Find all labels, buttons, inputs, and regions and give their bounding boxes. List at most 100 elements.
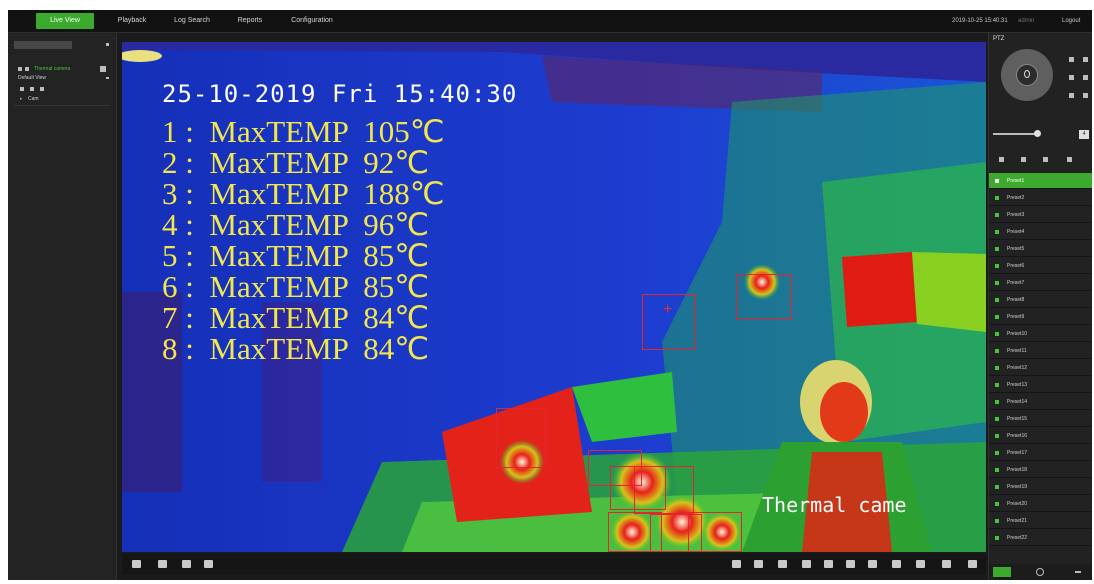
ptz-speed-knob[interactable] xyxy=(1034,130,1041,137)
preset-label: Preset18 xyxy=(1007,467,1028,473)
layout-1-icon[interactable] xyxy=(182,560,191,568)
collapse-icon[interactable] xyxy=(106,43,109,46)
call-preset-button[interactable] xyxy=(993,567,1011,577)
temp-reading-2: 2 : MaxTEMP 92℃ xyxy=(162,145,430,180)
preset-item[interactable]: Preset4 xyxy=(989,224,1092,240)
camera-preset-icon xyxy=(995,332,999,336)
preset-item[interactable]: Preset2 xyxy=(989,190,1092,206)
snapshot-icon[interactable] xyxy=(754,560,763,568)
preset-label: Preset20 xyxy=(1007,501,1028,507)
video-timestamp: 25-10-2019 Fri 15:40:30 xyxy=(162,80,518,108)
pattern-icon[interactable] xyxy=(1043,157,1048,162)
zoom-out-icon[interactable] xyxy=(1083,57,1088,62)
ptz-speed-slider[interactable] xyxy=(993,133,1037,135)
preset-item[interactable]: Preset18 xyxy=(989,462,1092,478)
temp-reading-7: 7 : MaxTEMP 84℃ xyxy=(162,300,430,335)
preset-label: Preset2 xyxy=(1007,195,1025,201)
preset-item[interactable]: Preset6 xyxy=(989,258,1092,274)
playback-icon[interactable] xyxy=(916,560,925,568)
camera-preset-icon xyxy=(995,230,999,234)
layout-4-icon[interactable] xyxy=(204,560,213,568)
preset-icon[interactable] xyxy=(999,157,1004,162)
chevron-down-icon[interactable] xyxy=(106,77,109,79)
camera-preset-icon xyxy=(995,213,999,217)
tab-live-view[interactable]: Live View xyxy=(36,13,94,29)
preset-item[interactable]: Preset5 xyxy=(989,241,1092,257)
tab-configuration[interactable]: Configuration xyxy=(284,13,340,29)
settings-icon[interactable] xyxy=(942,560,951,568)
iris-open-icon[interactable] xyxy=(1069,93,1074,98)
preset-label: Preset15 xyxy=(1007,416,1028,422)
preset-item[interactable]: Preset10 xyxy=(989,326,1092,342)
sidebar-view-label[interactable]: Default View xyxy=(18,75,46,81)
fullscreen-icon[interactable] xyxy=(40,87,44,91)
ptz-center-button[interactable] xyxy=(1016,64,1038,86)
preset-item[interactable]: Preset14 xyxy=(989,394,1092,410)
live-video-view[interactable]: 25-10-2019 Fri 15:40:30 1 : MaxTEMP 105℃… xyxy=(122,42,986,552)
preset-item[interactable]: Preset11 xyxy=(989,343,1092,359)
preset-item[interactable]: Preset12 xyxy=(989,360,1092,376)
camera-icon xyxy=(18,67,22,71)
camera-preset-icon xyxy=(995,366,999,370)
audio-icon[interactable] xyxy=(802,560,811,568)
tab-playback[interactable]: Playback xyxy=(112,13,152,29)
camera-preset-icon xyxy=(995,281,999,285)
preset-item[interactable]: Preset8 xyxy=(989,292,1092,308)
preset-label: Preset9 xyxy=(1007,314,1025,320)
ptz-icon[interactable] xyxy=(868,560,877,568)
stream-icon[interactable] xyxy=(892,560,901,568)
ptz-tools xyxy=(989,151,1092,167)
layout-icon[interactable] xyxy=(20,87,24,91)
preset-label: Preset14 xyxy=(1007,399,1028,405)
talk-icon[interactable] xyxy=(824,560,833,568)
save-preset-icon[interactable] xyxy=(1031,567,1049,577)
preset-item[interactable]: Preset22 xyxy=(989,530,1092,546)
top-nav-bar: Live View Playback Log Search Reports Co… xyxy=(8,10,1092,33)
grid-icon[interactable] xyxy=(30,87,34,91)
preset-item[interactable]: Preset3 xyxy=(989,207,1092,223)
sidebar-camera-label[interactable]: Thermal camera xyxy=(34,66,70,72)
temp-reading-6: 6 : MaxTEMP 85℃ xyxy=(162,269,430,304)
preset-item[interactable]: Preset20 xyxy=(989,496,1092,512)
preset-item[interactable]: Preset16 xyxy=(989,428,1092,444)
preset-item[interactable]: Preset9 xyxy=(989,309,1092,325)
tab-reports[interactable]: Reports xyxy=(232,13,268,29)
delete-preset-icon[interactable] xyxy=(1069,567,1087,577)
preset-item[interactable]: Preset7 xyxy=(989,275,1092,291)
preset-item[interactable]: Preset19 xyxy=(989,479,1092,495)
preset-label: Preset5 xyxy=(1007,246,1025,252)
aux-icon[interactable] xyxy=(1067,157,1072,162)
zoom-in-icon[interactable] xyxy=(1069,57,1074,62)
preset-label: Preset4 xyxy=(1007,229,1025,235)
stop-all-icon[interactable] xyxy=(132,560,141,568)
header-user: admin xyxy=(1018,18,1035,24)
start-all-icon[interactable] xyxy=(158,560,167,568)
tour-icon[interactable] xyxy=(1021,157,1026,162)
sidebar-tree-item[interactable]: Cam xyxy=(28,96,39,102)
preset-item[interactable]: Preset17 xyxy=(989,445,1092,461)
preset-label: Preset7 xyxy=(1007,280,1025,286)
focus-far-icon[interactable] xyxy=(1083,75,1088,80)
header-datetime: 2019-10-25 15:40:31 xyxy=(952,18,1008,24)
roi-box xyxy=(736,274,792,320)
temp-reading-4: 4 : MaxTEMP 96℃ xyxy=(162,207,430,242)
ptz-joystick[interactable] xyxy=(1001,49,1053,101)
add-view-icon[interactable] xyxy=(100,66,106,72)
preset-item[interactable]: Preset1 xyxy=(989,173,1092,189)
focus-near-icon[interactable] xyxy=(1069,75,1074,80)
preset-label: Preset13 xyxy=(1007,382,1028,388)
view-icon xyxy=(25,67,29,71)
iris-close-icon[interactable] xyxy=(1083,93,1088,98)
preset-label: Preset21 xyxy=(1007,518,1028,524)
close-stream-icon[interactable] xyxy=(732,560,741,568)
logout-button[interactable]: Logout xyxy=(1062,13,1080,29)
tab-log-search[interactable]: Log Search xyxy=(168,13,216,29)
preset-item[interactable]: Preset13 xyxy=(989,377,1092,393)
sidebar-search-input[interactable] xyxy=(14,41,72,49)
zoom-icon[interactable] xyxy=(846,560,855,568)
record-icon[interactable] xyxy=(778,560,787,568)
camera-preset-icon xyxy=(995,451,999,455)
fullscreen-icon[interactable] xyxy=(968,560,977,568)
preset-item[interactable]: Preset21 xyxy=(989,513,1092,529)
preset-item[interactable]: Preset15 xyxy=(989,411,1092,427)
